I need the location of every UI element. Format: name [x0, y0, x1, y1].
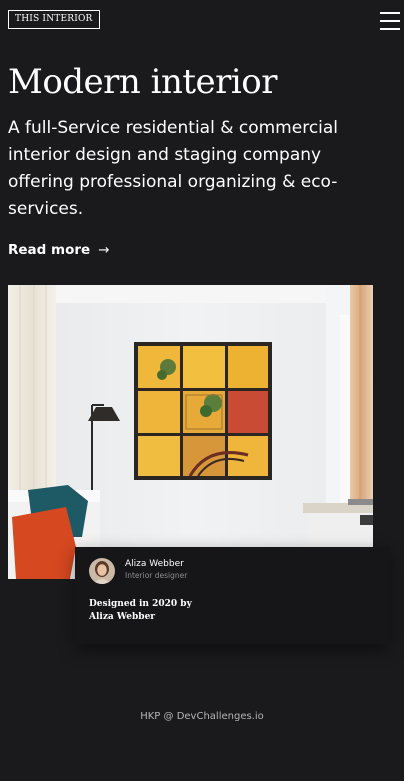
hamburger-menu-icon[interactable] [380, 11, 400, 31]
menu-line [380, 20, 400, 22]
avatar-image [89, 558, 115, 584]
read-more-label: Read more [8, 242, 91, 258]
author-role: Interior designer [125, 571, 188, 580]
designer-card: Aliza Webber Interior designer Designed … [75, 547, 389, 644]
arrow-right-icon: → [98, 242, 110, 258]
menu-line [380, 12, 400, 14]
read-more-link[interactable]: Read more → [8, 241, 110, 259]
author-name: Aliza Webber [125, 559, 184, 569]
avatar [89, 558, 115, 584]
interior-photo [8, 285, 373, 579]
hero-image [8, 285, 373, 579]
designed-by-text: Designed in 2020 by Aliza Webber [89, 599, 192, 622]
footer-credit: HKP @ DevChallenges.io [140, 711, 264, 722]
menu-line [380, 28, 400, 30]
hero-description: A full-Service residential & commercial … [8, 118, 339, 219]
brand-logo[interactable]: THIS INTERIOR [8, 10, 100, 29]
page-title: Modern interior [8, 62, 278, 102]
